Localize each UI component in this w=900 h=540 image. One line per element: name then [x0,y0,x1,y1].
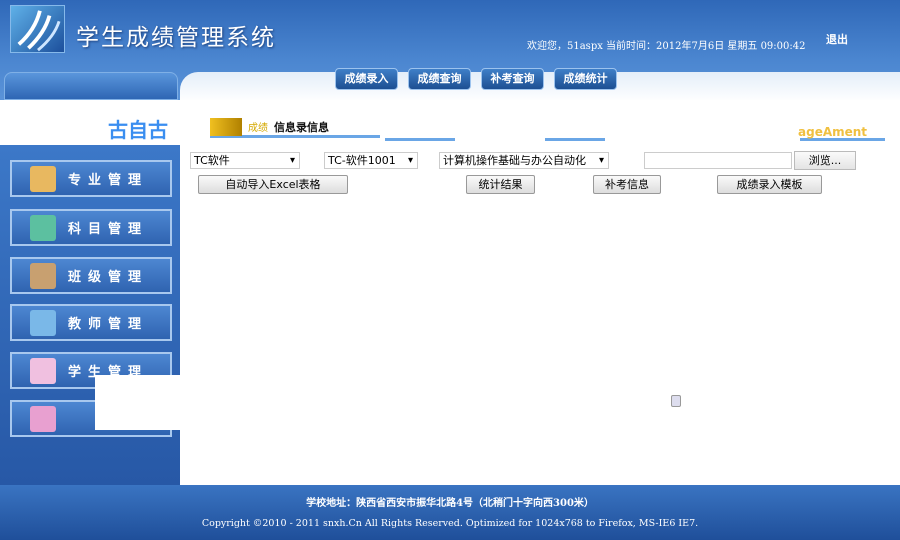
logout-link[interactable]: 退出 [826,31,848,47]
app-title: 学生成绩管理系统 [76,25,276,51]
file-input[interactable] [644,152,792,169]
major-select[interactable]: TC软件 [190,152,300,169]
sidebar-item-teacher[interactable]: 教师管理 [10,304,172,341]
edit-icon [30,214,56,241]
section-title: 成绩 信息录信息 [210,117,380,138]
section-heading: 信息录信息 [274,120,329,134]
class-icon [30,262,56,289]
course-select[interactable]: 计算机操作基础与办公自动化 [439,152,609,169]
divider [385,138,455,141]
sidebar: 专业管理 科目管理 班级管理 教师管理 学生管理 [0,145,180,485]
sidebar-item-class[interactable]: 班级管理 [10,257,172,294]
sidebar-item-label: 科目管理 [68,222,149,237]
nav-score-entry[interactable]: 成绩录入 [335,68,398,90]
nav-makeup-query[interactable]: 补考查询 [481,68,544,90]
top-nav: 成绩录入 成绩查询 补考查询 成绩统计 [335,68,617,90]
certificate-icon [30,165,56,192]
glitch-text: 古自古 [108,118,168,142]
section-label: 成绩 [248,123,268,134]
nav-score-query[interactable]: 成绩查询 [408,68,471,90]
computer-icon [30,405,56,432]
stats-button[interactable]: 统计结果 [466,175,535,194]
footer: 学校地址：陕西省西安市振华北路4号（北稍门十字向西300米） Copyright… [0,485,900,540]
sidebar-item-label: 专业管理 [68,173,149,188]
sidebar-item-subject[interactable]: 科目管理 [10,209,172,246]
sidebar-item-label: 教师管理 [68,317,149,332]
section-english: ageAment [798,125,868,139]
school-address: 学校地址：陕西省西安市振华北路4号（北稍门十字向西300米） [306,498,594,509]
divider [545,138,605,141]
class-select[interactable]: TC-软件1001 [324,152,418,169]
welcome-info: 欢迎您，51aspx 当前时间：2012年7月6日 星期五 09:00:42 [527,41,806,52]
sidebar-item-major[interactable]: 专业管理 [10,160,172,197]
logo-icon [10,5,65,53]
left-tab [4,72,178,100]
makeup-button[interactable]: 补考信息 [593,175,661,194]
section-icon [210,117,242,136]
overlay [95,375,180,430]
copyright: Copyright ©2010 - 2011 snxh.Cn All Right… [201,518,699,529]
sidebar-item-label: 班级管理 [68,270,149,285]
nav-score-stats[interactable]: 成绩统计 [554,68,617,90]
student-icon [30,357,56,384]
teacher-icon [30,309,56,336]
browse-button[interactable]: 浏览... [794,151,856,170]
import-excel-button[interactable]: 自动导入Excel表格 [198,175,348,194]
small-control[interactable] [671,395,681,407]
template-button[interactable]: 成绩录入模板 [717,175,822,194]
